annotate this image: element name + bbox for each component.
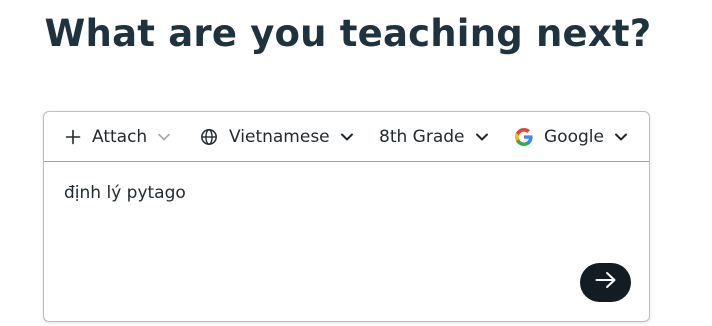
chevron-down-icon <box>475 132 489 142</box>
prompt-input[interactable]: định lý pytago <box>64 183 624 203</box>
chevron-down-icon <box>157 132 171 142</box>
attach-label: Attach <box>92 127 148 147</box>
plus-icon <box>65 129 81 145</box>
arrow-right-icon <box>594 270 618 295</box>
model-label: Google <box>544 127 604 147</box>
language-label: Vietnamese <box>229 127 330 147</box>
page-title: What are you teaching next? <box>44 12 652 55</box>
language-dropdown[interactable]: Vietnamese <box>200 124 354 150</box>
grade-dropdown[interactable]: 8th Grade <box>379 124 489 150</box>
attach-dropdown[interactable]: Attach <box>65 124 171 150</box>
chevron-down-icon <box>614 132 628 142</box>
prompt-toolbar: Attach Vietnamese 8th Grade Google <box>44 112 649 162</box>
chevron-down-icon <box>340 132 354 142</box>
google-icon <box>515 128 533 146</box>
model-dropdown[interactable]: Google <box>515 124 628 150</box>
grade-label: 8th Grade <box>379 127 465 147</box>
send-button[interactable] <box>580 263 631 302</box>
prompt-card: Attach Vietnamese 8th Grade Google định … <box>43 111 650 322</box>
globe-icon <box>200 128 218 146</box>
